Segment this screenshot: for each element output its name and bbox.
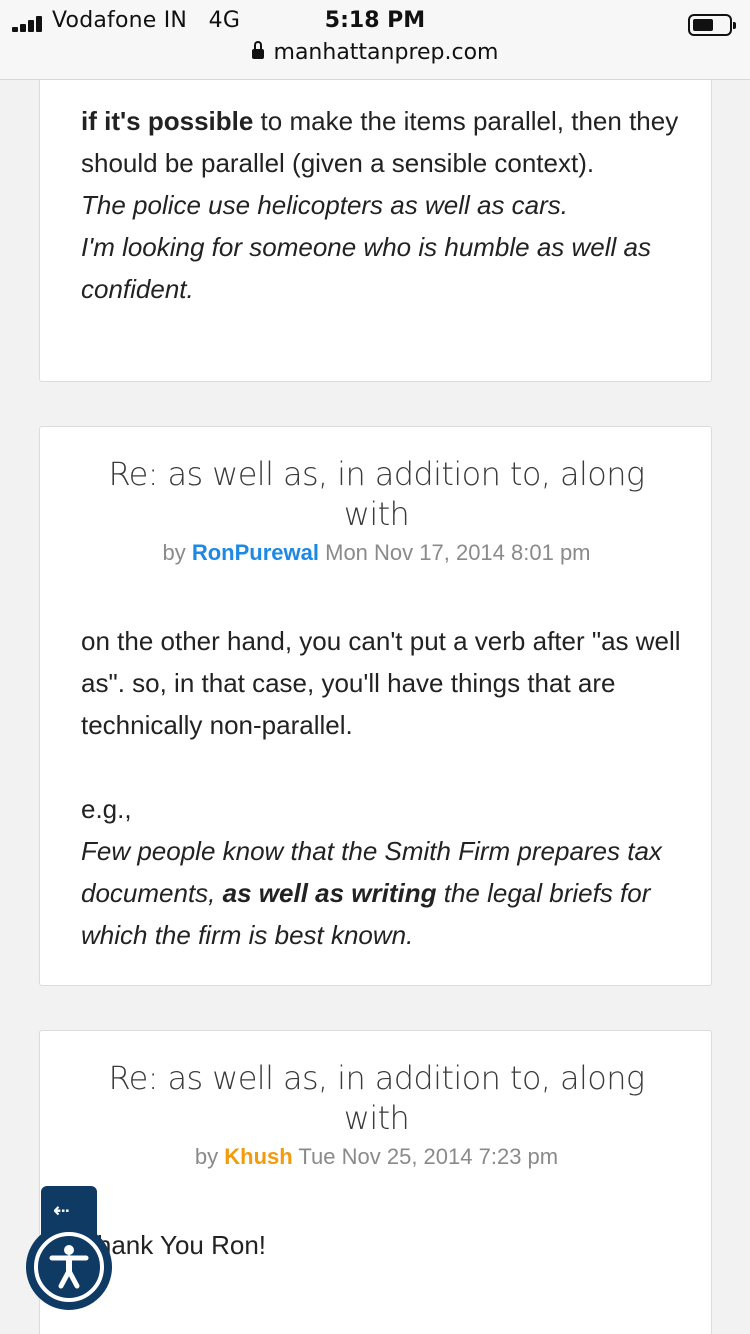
post-title: Re: as well as, in addition to, along wi… — [108, 1059, 645, 1137]
status-time: 5:18 PM — [324, 8, 426, 33]
post-meta: by Khush Tue Nov 25, 2014 7:23 pm — [40, 1144, 713, 1170]
post-title: Re: as well as, in addition to, along wi… — [108, 455, 645, 533]
post-body: on the other hand, you can't put a verb … — [40, 620, 713, 956]
post-header: Re: as well as, in addition to, along wi… — [40, 1058, 713, 1170]
post-paragraph: Thank You Ron! — [81, 1230, 267, 1260]
post-header: Re: as well as, in addition to, along wi… — [40, 454, 713, 566]
example-sentence: Few people know that the Smith Firm prep… — [81, 830, 683, 956]
accessibility-icon — [34, 1232, 104, 1302]
bold-text: if it's possible — [81, 106, 254, 136]
example-bold-text: as well as writing — [222, 878, 437, 908]
post-paragraph: on the other hand, you can't put a verb … — [81, 626, 681, 740]
author-link[interactable]: RonPurewal — [192, 540, 319, 565]
forum-post: Re: as well as, in addition to, along wi… — [39, 1030, 712, 1334]
status-bar: Vodafone IN 4G 5:18 PM — [0, 6, 750, 36]
post-date: Tue Nov 25, 2014 7:23 pm — [298, 1144, 559, 1169]
accessibility-button[interactable] — [26, 1224, 112, 1310]
by-label: by — [162, 540, 186, 565]
example-sentence: The police use helicopters as well as ca… — [81, 184, 683, 226]
example-text: The police use helicopters as well as ca… — [81, 190, 569, 220]
browser-top-bar: Vodafone IN 4G 5:18 PM manhattanprep.com — [0, 0, 750, 80]
eg-label: e.g., — [81, 794, 132, 824]
post-meta: by RonPurewal Mon Nov 17, 2014 8:01 pm — [40, 540, 713, 566]
post-paragraph: if it's possible to make the items paral… — [81, 100, 683, 184]
post-body: if it's possible to make the items paral… — [40, 100, 713, 310]
url-text: manhattanprep.com — [273, 40, 499, 65]
forum-post: Re: as well as, in addition to, along wi… — [39, 426, 712, 986]
by-label: by — [194, 1144, 219, 1169]
author-link[interactable]: Khush — [224, 1144, 292, 1169]
example-text: I'm looking for someone who is humble as… — [81, 232, 652, 304]
post-date: Mon Nov 17, 2014 8:01 pm — [325, 540, 591, 565]
example-sentence: I'm looking for someone who is humble as… — [81, 226, 683, 310]
post-body: Thank You Ron! — [40, 1224, 713, 1266]
arrow-left-icon: ⇠ — [53, 1198, 70, 1222]
battery-icon — [688, 14, 736, 36]
forum-post: if it's possible to make the items paral… — [39, 40, 712, 382]
address-bar[interactable]: manhattanprep.com — [0, 40, 750, 70]
lock-icon — [251, 41, 264, 60]
